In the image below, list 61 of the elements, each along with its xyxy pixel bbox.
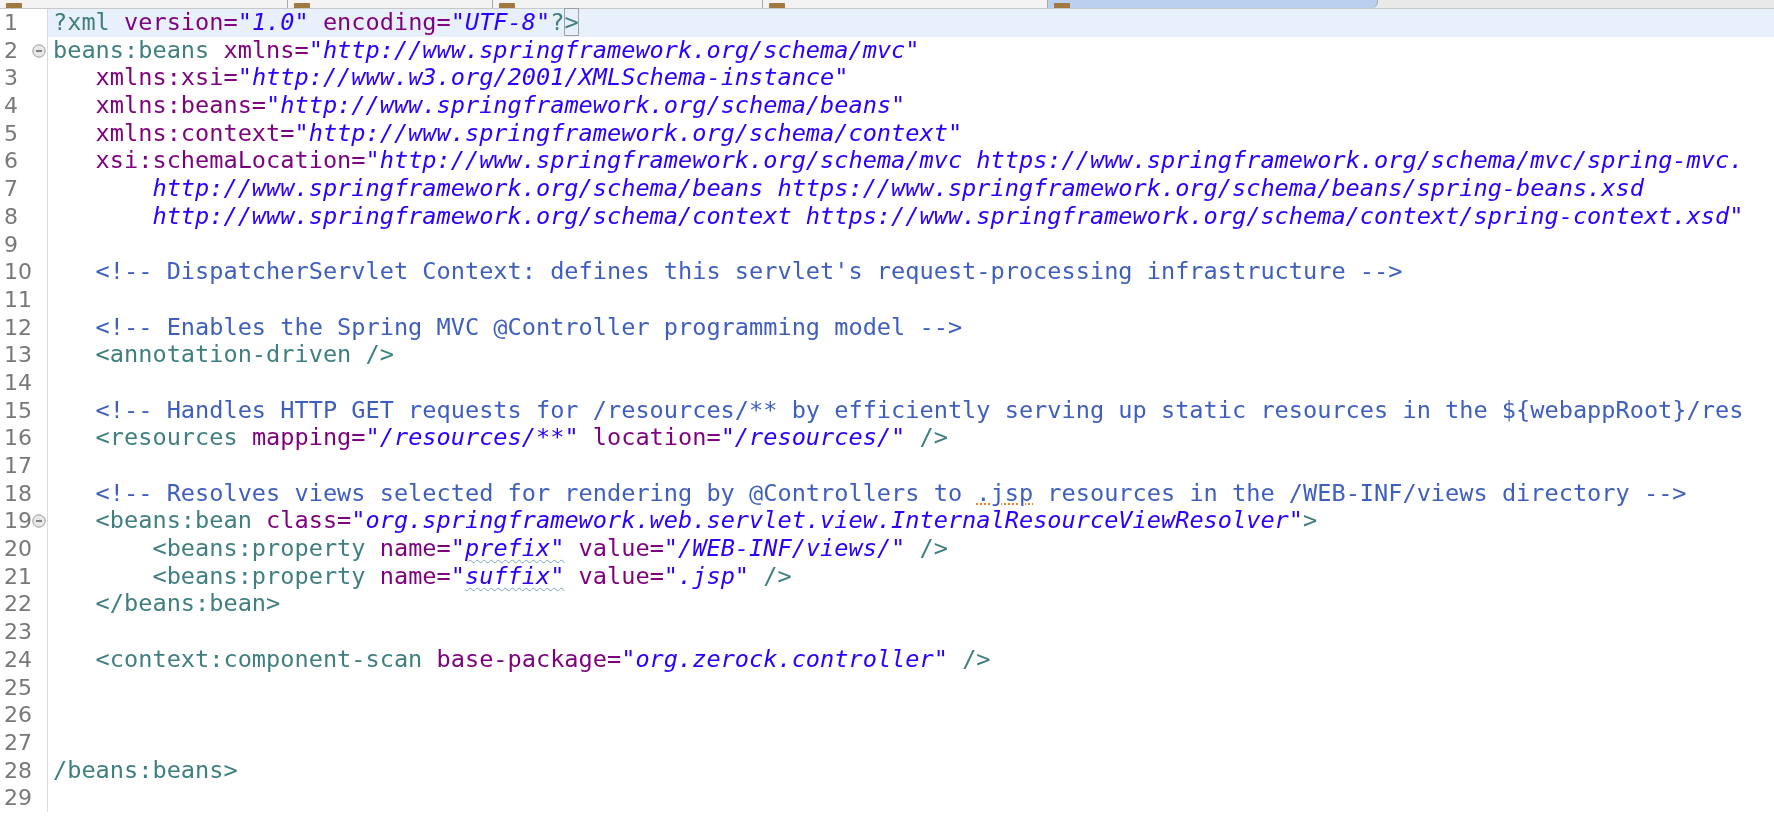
line-number: 12 bbox=[3, 314, 32, 340]
code-line: <context:component-scan base-package="org.zerock.controller" /> bbox=[94, 644, 991, 673]
code-line: <annotation-driven /> bbox=[94, 340, 394, 369]
editor-tab[interactable] bbox=[1048, 0, 1378, 8]
line-number: 19 bbox=[3, 508, 32, 534]
collapse-icon[interactable] bbox=[32, 43, 46, 58]
line-number: 17 bbox=[3, 453, 32, 478]
file-icon bbox=[294, 3, 310, 8]
code-line: <beans:property name="prefix" value="/WEB-INF/views/" /> bbox=[151, 534, 948, 563]
line-number: 11 bbox=[3, 286, 32, 312]
code-line: </beans:bean> bbox=[94, 589, 281, 618]
collapse-icon[interactable] bbox=[32, 514, 46, 529]
line-number: 28 bbox=[3, 757, 32, 783]
line-number: 20 bbox=[3, 536, 32, 562]
line-number: 23 bbox=[3, 619, 32, 645]
code-line: http://www.springframework.org/schema/context https://www.springframework.org/schema/context/spring-context.xsd" bbox=[151, 201, 1744, 230]
line-number: 27 bbox=[3, 729, 32, 755]
line-number: 14 bbox=[3, 369, 32, 395]
line-number: 5 bbox=[3, 120, 18, 146]
line-number: 7 bbox=[3, 176, 18, 202]
code-line: <!-- DispatcherServlet Context: defines this servlet's request-processing infrastructure --> bbox=[94, 257, 1403, 286]
file-icon bbox=[6, 3, 22, 8]
editor-tab[interactable] bbox=[493, 0, 763, 8]
line-number: 2 bbox=[3, 37, 18, 63]
code-line: <!-- Handles HTTP GET requests for /resources/** by efficiently serving up static resources in the ${webappRoot}/res bbox=[94, 395, 1744, 424]
file-icon bbox=[499, 3, 515, 8]
line-number: 15 bbox=[3, 397, 32, 423]
code-line: http://www.springframework.org/schema/beans https://www.springframework.org/schema/beans/spring-beans.xsd bbox=[151, 174, 1644, 203]
line-number: 22 bbox=[3, 591, 32, 617]
code-line: xmlns:beans="http://www.springframework.org/schema/beans" bbox=[94, 91, 906, 120]
code-line: xsi:schemaLocation="http://www.springframework.org/schema/mvc https://www.springframework.org/schema/mvc/spring-mvc. bbox=[94, 146, 1744, 175]
line-number: 16 bbox=[3, 425, 32, 451]
line-number: 3 bbox=[3, 65, 18, 91]
line-number: 21 bbox=[3, 563, 32, 589]
code-line: <!-- Enables the Spring MVC @Controller programming model --> bbox=[94, 312, 963, 341]
line-number: 6 bbox=[3, 148, 18, 174]
editor-tab[interactable] bbox=[288, 0, 493, 8]
code-line: xmlns:xsi="http://www.w3.org/2001/XMLSchema-instance" bbox=[94, 63, 849, 92]
line-number: 29 bbox=[3, 785, 32, 811]
code-line: <beans:bean class="org.springframework.web.servlet.view.InternalResourceViewResolver"> bbox=[94, 506, 1318, 535]
file-icon bbox=[769, 3, 785, 8]
line-number: 4 bbox=[3, 93, 18, 119]
line-number: 26 bbox=[3, 702, 32, 728]
code-line: beans:beans xmlns="http://www.springframework.org/schema/mvc" bbox=[53, 35, 920, 64]
code-line: xmlns:context="http://www.springframework.org/schema/context" bbox=[94, 118, 963, 147]
editor-tab[interactable] bbox=[763, 0, 1048, 8]
line-number: 1 bbox=[3, 10, 18, 35]
code-line: <beans:property name="suffix" value=".jsp" /> bbox=[151, 561, 792, 590]
line-number: 10 bbox=[3, 259, 32, 285]
line-number: 25 bbox=[3, 674, 32, 700]
code-line: <!-- Resolves views selected for rendering by @Controllers to .jsp resources in the /WEB-INF/views directory --> bbox=[94, 478, 1687, 507]
code-line: ?xml version="1.0" encoding="UTF-8"?> bbox=[53, 8, 579, 36]
code-line: <resources mapping="/resources/**" location="/resources/" /> bbox=[94, 423, 948, 452]
file-icon bbox=[1054, 3, 1070, 8]
line-number: 18 bbox=[3, 480, 32, 506]
editor-tab[interactable] bbox=[0, 0, 288, 8]
line-number: 13 bbox=[3, 342, 32, 368]
line-number: 8 bbox=[3, 203, 18, 229]
line-number: 9 bbox=[3, 231, 18, 257]
line-number: 24 bbox=[3, 646, 32, 672]
code-line: /beans:beans> bbox=[53, 755, 238, 784]
